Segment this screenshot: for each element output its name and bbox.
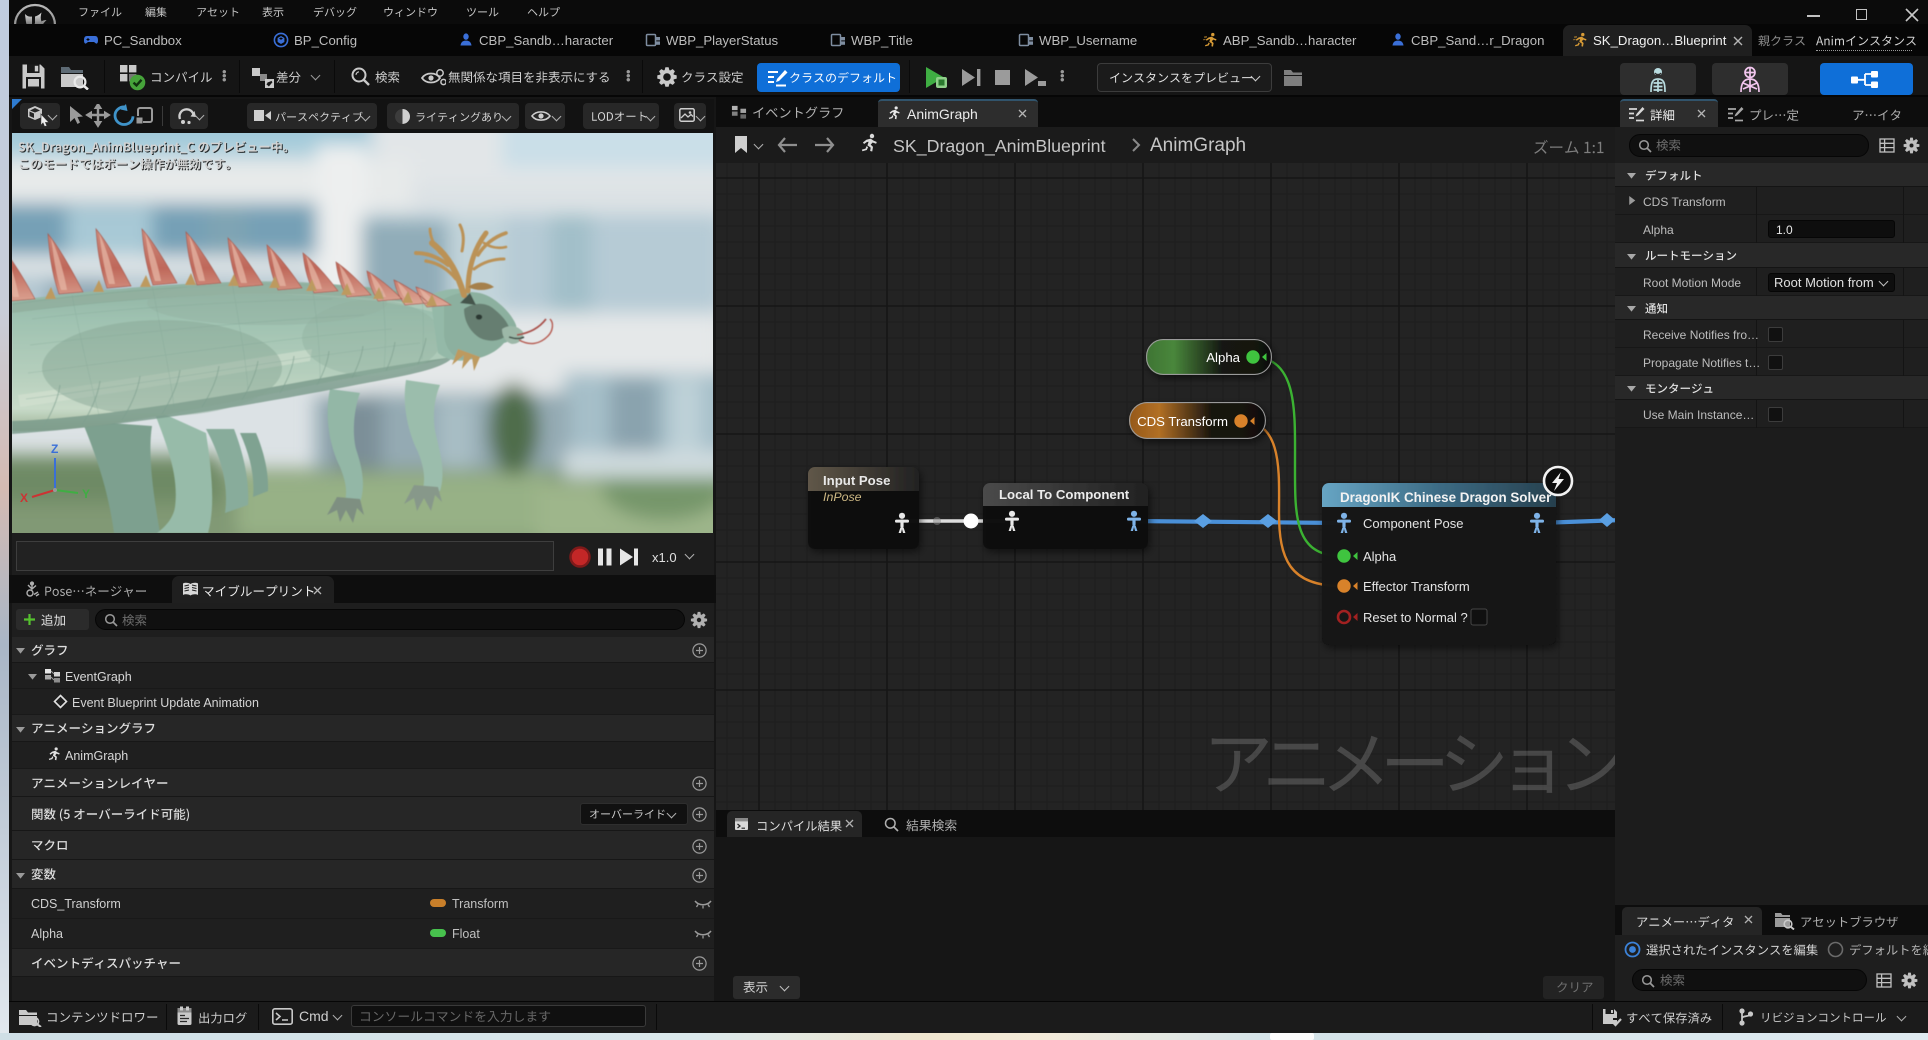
svg-text:Effector Transform: Effector Transform [1363, 579, 1470, 594]
svg-text:x1.0: x1.0 [652, 550, 677, 565]
svg-text:Alpha: Alpha [1363, 549, 1397, 564]
svg-text:Y: Y [82, 487, 90, 501]
svg-text:DragonIK Chinese Dragon Solver: DragonIK Chinese Dragon Solver [1340, 490, 1552, 505]
svg-text:InPose: InPose [823, 490, 862, 504]
svg-text:X: X [20, 491, 28, 505]
svg-text:Alpha: Alpha [1206, 350, 1240, 365]
svg-text:Input Pose: Input Pose [823, 473, 890, 488]
svg-text:Component Pose: Component Pose [1363, 516, 1463, 531]
svg-text:Local To Component: Local To Component [999, 487, 1130, 502]
svg-text:CDS Transform: CDS Transform [1137, 414, 1228, 429]
svg-text:Z: Z [51, 442, 58, 456]
svg-text:Reset to Normal ?: Reset to Normal ? [1363, 610, 1468, 625]
